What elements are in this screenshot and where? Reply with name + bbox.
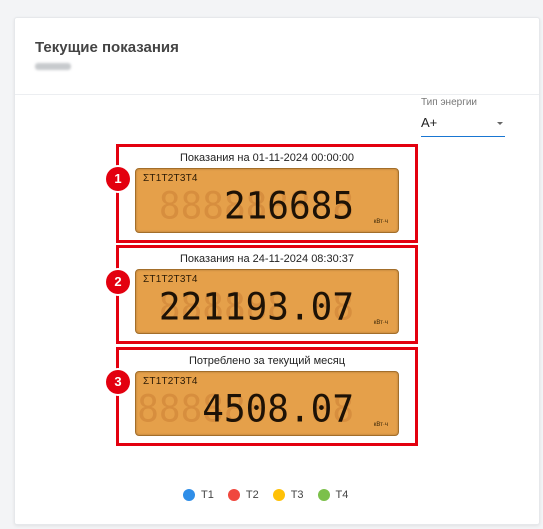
legend-dot-icon (272, 489, 285, 501)
lcd-reading-value: 216685 (223, 184, 354, 228)
unit-label: кВт·ч (373, 422, 388, 428)
legend-label: T1 (201, 489, 214, 501)
legend-label: T3 (290, 489, 304, 501)
legend-dot-icon (227, 489, 240, 501)
legend-dot-icon (317, 489, 330, 501)
card-header: Текущие показания 07844 (15, 18, 539, 95)
unit-label: кВт·ч (373, 219, 388, 225)
reading-panel-current: Показания на 24-11-2024 08:30:37 ΣT1T2T3… (116, 245, 418, 344)
tariff-indicator: ΣT1T2T3T4 (143, 376, 198, 387)
legend-label: T2 (245, 489, 259, 501)
lcd-display: ΣT1T2T3T4 88888888.88 4508.07 кВт·ч (135, 371, 399, 436)
tariff-legend: T1 T2 T3 T4 (183, 487, 362, 503)
energy-type-value: A+ (421, 115, 438, 130)
lcd-reading-value: 221193.07 (158, 285, 354, 329)
energy-type-select[interactable]: Тип энергии A+ (421, 97, 505, 137)
step-badge-3: 3 (106, 370, 130, 394)
step-badge-1: 1 (106, 167, 130, 191)
tariff-indicator: ΣT1T2T3T4 (143, 173, 198, 184)
legend-item-t1[interactable]: T1 (183, 489, 214, 501)
lcd-display: ΣT1T2T3T4 888888.88 221193.07 кВт·ч (135, 269, 399, 334)
reading-panel-start-of-month: Показания на 01-11-2024 00:00:00 ΣT1T2T3… (116, 144, 418, 243)
reading-panel-consumed-this-month: Потреблено за текущий месяц ΣT1T2T3T4 88… (116, 347, 418, 446)
legend-item-t4[interactable]: T4 (317, 489, 349, 501)
energy-type-dropdown[interactable]: A+ (421, 114, 505, 137)
card-subtitle-blurred: 07844 (35, 63, 71, 70)
panel-caption: Показания на 24-11-2024 08:30:37 (179, 253, 355, 265)
card-title: Текущие показания (35, 39, 179, 56)
tariff-indicator: ΣT1T2T3T4 (143, 274, 198, 285)
panel-caption: Показания на 01-11-2024 00:00:00 (179, 152, 355, 164)
step-badge-2: 2 (106, 270, 130, 294)
legend-item-t2[interactable]: T2 (227, 489, 259, 501)
unit-label: кВт·ч (373, 320, 388, 326)
chevron-down-icon[interactable] (497, 122, 503, 125)
panel-caption: Потреблено за текущий месяц (188, 355, 346, 367)
legend-label: T4 (335, 489, 349, 501)
legend-item-t3[interactable]: T3 (272, 489, 304, 501)
energy-type-label: Тип энергии (421, 97, 478, 108)
lcd-display: ΣT1T2T3T4 888888888 216685 кВт·ч (135, 168, 399, 233)
lcd-reading-value: 4508.07 (202, 387, 354, 431)
legend-dot-icon (183, 489, 195, 501)
